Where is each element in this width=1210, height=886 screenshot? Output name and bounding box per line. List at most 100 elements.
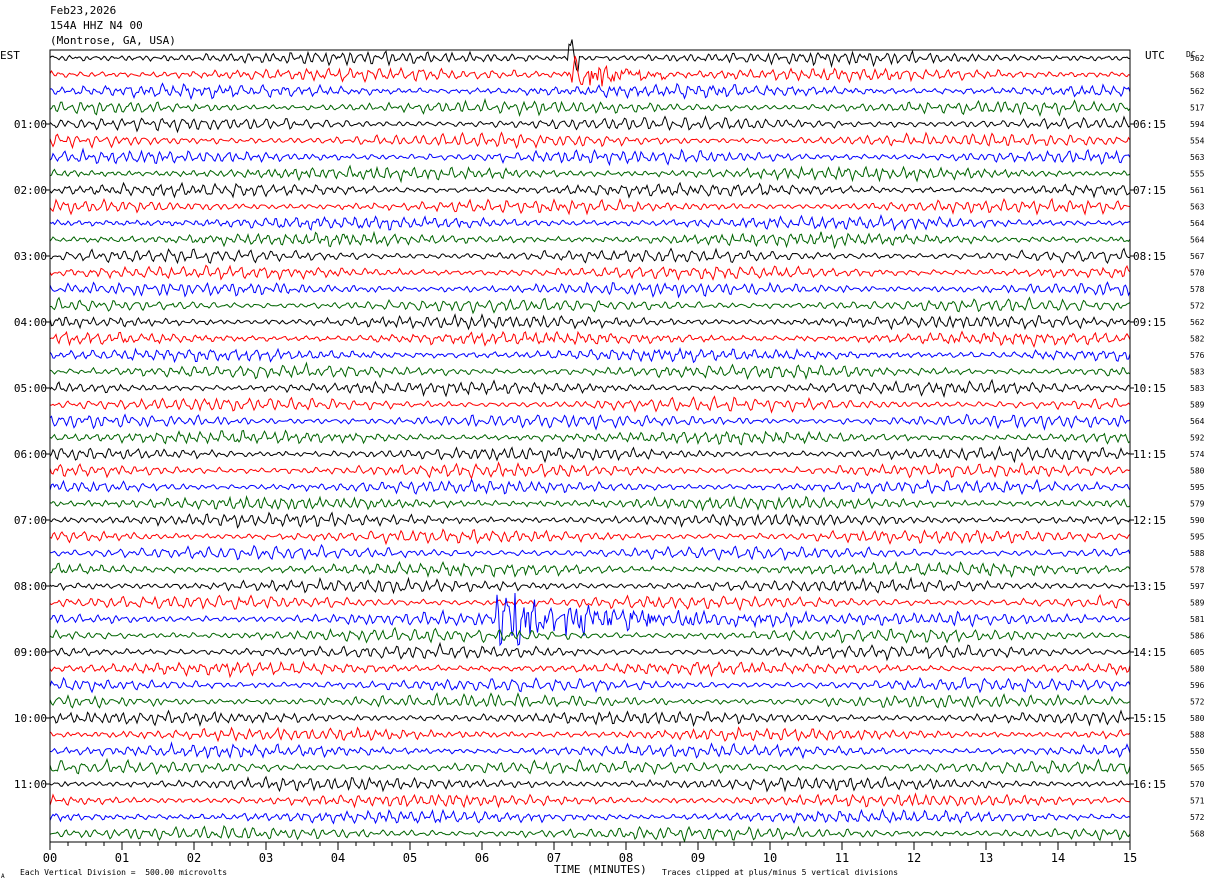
x-tick-label: 14 — [1051, 851, 1065, 865]
dc-offset-label: 576 — [1190, 351, 1205, 360]
x-tick-label: 11 — [835, 851, 849, 865]
trace-line — [49, 413, 1131, 431]
dc-offset-label: 564 — [1190, 236, 1205, 245]
x-tick-label: 02 — [187, 851, 201, 865]
clip-note: Traces clipped at plus/minus 5 vertical … — [662, 868, 899, 877]
right-time-label: 11:15 — [1133, 448, 1166, 461]
x-tick-label: 10 — [763, 851, 777, 865]
trace-line — [49, 461, 1131, 480]
right-time-label: 13:15 — [1133, 580, 1166, 593]
trace-line — [49, 346, 1131, 364]
right-time-label: 09:15 — [1133, 316, 1166, 329]
x-tick-label: 00 — [43, 851, 57, 865]
dc-offset-label: 564 — [1190, 417, 1205, 426]
right-time-label: 06:15 — [1133, 118, 1166, 131]
trace-line — [49, 594, 1131, 612]
dc-offset-label: 582 — [1190, 335, 1205, 344]
dc-offset-label: 586 — [1190, 632, 1205, 641]
dc-offset-label: 567 — [1190, 252, 1205, 261]
dc-offset-label: 550 — [1190, 747, 1205, 756]
left-time-label: 06:00 — [14, 448, 47, 461]
dc-offset-label: 597 — [1190, 582, 1205, 591]
dc-offset-label: 562 — [1190, 54, 1205, 63]
dc-offset-label: 563 — [1190, 203, 1205, 212]
dc-offset-label: 595 — [1190, 533, 1205, 542]
left-time-label-group: 01:00 02:00 03:00 04:00 05:00 06:00 07:00 08:00… — [14, 118, 47, 791]
trace-line — [50, 560, 1131, 579]
dc-offset-label: 592 — [1190, 434, 1205, 443]
dc-offset-label: 589 — [1190, 401, 1205, 410]
trace-line — [49, 214, 1131, 232]
x-tick-label: 01 — [115, 851, 129, 865]
corner-mark: A — [1, 873, 5, 880]
x-tick-label: 12 — [907, 851, 921, 865]
dc-offset-label: 554 — [1190, 137, 1205, 146]
dc-offset-label: 563 — [1190, 153, 1205, 162]
dc-offset-label: 561 — [1190, 186, 1205, 195]
dc-offset-label: 572 — [1190, 698, 1205, 707]
trace-line — [49, 296, 1131, 315]
left-time-label: 04:00 — [14, 316, 47, 329]
x-tick-label: 15 — [1123, 851, 1137, 865]
trace-line — [49, 741, 1131, 760]
dc-offset-label: 562 — [1190, 318, 1205, 327]
trace-line — [49, 660, 1131, 679]
left-time-label: 10:00 — [14, 712, 47, 725]
trace-line — [49, 115, 1131, 134]
left-time-label: 11:00 — [14, 778, 47, 791]
left-time-label: 09:00 — [14, 646, 47, 659]
dc-offset-label: 588 — [1190, 549, 1205, 558]
left-time-label: 03:00 — [14, 250, 47, 263]
trace-line — [49, 281, 1131, 299]
dc-offset-label: 596 — [1190, 681, 1205, 690]
trace-line — [49, 692, 1131, 709]
dc-offset-label: 578 — [1190, 285, 1205, 294]
trace-line — [49, 39, 1131, 74]
trace-line — [49, 330, 1131, 349]
dc-offset-label: 605 — [1190, 648, 1205, 657]
dc-offset-label: 578 — [1190, 566, 1205, 575]
trace-line — [49, 361, 1131, 381]
trace-line — [49, 131, 1131, 150]
trace-line — [49, 792, 1131, 809]
dc-offset-label: 572 — [1190, 302, 1205, 311]
trace-line — [49, 495, 1131, 512]
trace-line — [50, 395, 1131, 414]
dc-offset-label: 517 — [1190, 104, 1205, 113]
right-time-label: 10:15 — [1133, 382, 1166, 395]
division-note: Each Vertical Division = 500.00 microvol… — [20, 868, 228, 877]
trace-line — [49, 378, 1131, 398]
trace-line — [49, 164, 1131, 184]
dc-offset-label: 583 — [1190, 384, 1205, 393]
right-time-label: 12:15 — [1133, 514, 1166, 527]
dc-offset-label: 571 — [1190, 797, 1205, 806]
trace-line — [49, 757, 1131, 776]
left-time-label: 08:00 — [14, 580, 47, 593]
trace-line — [49, 264, 1131, 281]
trace-line — [49, 511, 1131, 529]
trace-line — [49, 445, 1131, 464]
seismogram-chart: 00 01 02 03 04 05 06 07 08 09 10 11 12 13 14 15 01:0002… — [14, 39, 1205, 865]
dc-offset-label: 581 — [1190, 615, 1205, 624]
trace-line — [49, 181, 1131, 199]
dc-offset-label: 572 — [1190, 813, 1205, 822]
dc-offset-label: 568 — [1190, 830, 1205, 839]
dc-offset-label: 564 — [1190, 219, 1205, 228]
trace-line — [49, 775, 1131, 793]
trace-line — [49, 543, 1131, 562]
trace-line — [49, 641, 1131, 662]
x-tick-label: 09 — [691, 851, 705, 865]
dc-offset-label: 589 — [1190, 599, 1205, 608]
dc-label-group: 562 568 562 517 594 554 563 555 561 563 564 564 567 5… — [1190, 54, 1205, 839]
dc-offset-label: 580 — [1190, 714, 1205, 723]
dc-offset-label: 579 — [1190, 500, 1205, 509]
right-time-label: 14:15 — [1133, 646, 1166, 659]
trace-line — [49, 808, 1131, 825]
dc-offset-label: 562 — [1190, 87, 1205, 96]
x-tick-label: 06 — [475, 851, 489, 865]
trace-line — [49, 709, 1131, 727]
dc-offset-label: 580 — [1190, 665, 1205, 674]
x-tick-label: 13 — [979, 851, 993, 865]
dc-offset-label: 594 — [1190, 120, 1205, 129]
trace-line — [49, 825, 1131, 843]
